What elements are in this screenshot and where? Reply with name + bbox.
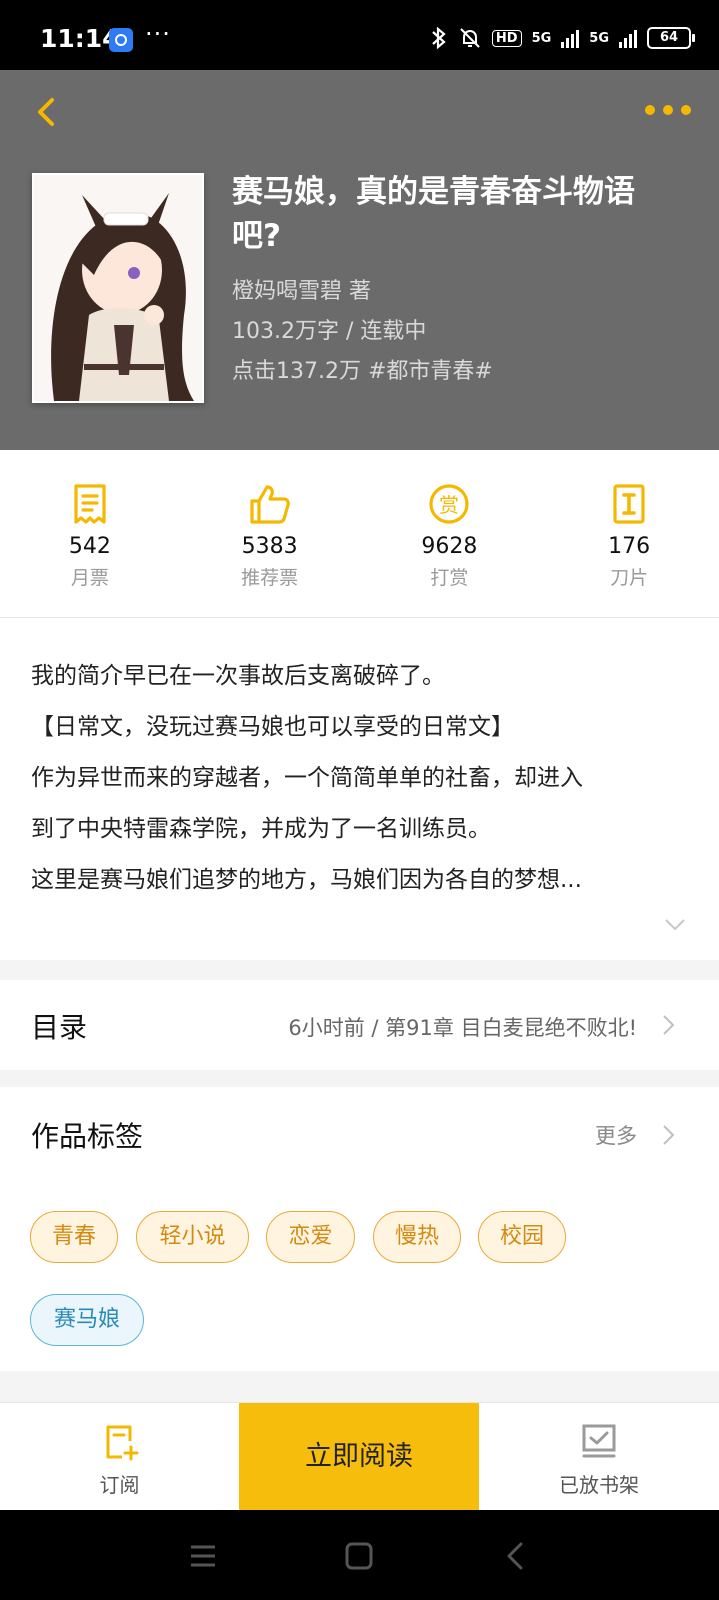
back-nav-icon[interactable] <box>503 1542 531 1570</box>
stat-label: 打赏 <box>430 567 469 589</box>
section-divider <box>0 1070 719 1087</box>
reward-coin-icon: 赏 <box>429 484 469 524</box>
tag-chip[interactable]: 恋爱 <box>266 1211 355 1263</box>
book-cover[interactable] <box>32 173 204 403</box>
status-icons: HD 5G 5G 64 <box>430 26 695 50</box>
book-synopsis[interactable]: 我的简介早已在一次事故后支离破碎了。 【日常文，没玩过赛马娘也可以享受的日常文】… <box>31 651 691 906</box>
read-now-button[interactable]: 立即阅读 <box>239 1403 479 1511</box>
section-divider <box>0 1371 719 1402</box>
stat-value: 542 <box>68 534 111 559</box>
bluetooth-icon <box>432 26 446 50</box>
book-word-count: 103.2万字 / 连载中 <box>232 319 427 344</box>
more-options-icon[interactable] <box>645 100 691 120</box>
svg-text:赏: 赏 <box>439 493 459 517</box>
stat-recommend-ticket[interactable]: 5383 推荐票 <box>180 450 360 617</box>
tag-chip[interactable]: 慢热 <box>373 1211 461 1263</box>
signal-icon-1 <box>561 28 580 48</box>
table-of-contents-row[interactable]: 目录 6小时前 / 第91章 目白麦昆绝不败北! <box>0 980 719 1070</box>
bookshelf-label: 已放书架 <box>559 1473 639 1497</box>
bottom-action-bar: 订阅 立即阅读 已放书架 <box>0 1402 719 1511</box>
network-5g-label-2: 5G <box>589 30 609 46</box>
ticket-icon <box>74 484 106 524</box>
signal-icon-2 <box>619 28 637 48</box>
bell-muted-icon <box>460 28 480 48</box>
back-icon[interactable] <box>28 92 68 132</box>
bookshelf-button[interactable]: 已放书架 <box>479 1403 719 1511</box>
stat-label: 刀片 <box>610 567 649 589</box>
synopsis-line: 我的简介早已在一次事故后支离破碎了。 <box>31 663 445 689</box>
stat-label: 月票 <box>70 567 109 589</box>
section-divider <box>0 960 719 980</box>
book-title: 赛马娘，真的是青春奋斗物语吧? <box>232 174 635 254</box>
book-header: 赛马娘，真的是青春奋斗物语吧? 橙妈喝雪碧 著 103.2万字 / 连载中 点击… <box>0 70 719 450</box>
chevron-right-icon[interactable] <box>661 1124 675 1146</box>
chevron-right-icon <box>663 1015 675 1035</box>
bookshelf-check-icon <box>582 1424 616 1458</box>
status-bar: 11:14 ··· HD 5G 5G 64 <box>0 0 719 70</box>
stat-value: 5383 <box>241 534 298 559</box>
book-clicks-category: 点击137.2万 #都市青春# <box>232 359 493 384</box>
synopsis-line: 这里是赛马娘们追梦的地方，马娘们因为各自的梦想... <box>31 867 582 893</box>
book-author[interactable]: 橙妈喝雪碧 著 <box>232 273 371 305</box>
toc-title: 目录 <box>31 1011 88 1044</box>
tag-chip[interactable]: 赛马娘 <box>30 1294 144 1346</box>
more-notifications-icon: ··· <box>145 20 171 48</box>
tags-section: 作品标签 更多 青春 轻小说 恋爱 慢热 校园 赛马娘 <box>0 1087 719 1371</box>
status-time: 11:14 <box>40 24 120 53</box>
tag-chip[interactable]: 校园 <box>478 1211 566 1263</box>
book-stats: 542 月票 5383 推荐票 赏 9628 打赏 176 刀片 <box>0 450 719 618</box>
network-5g-label-1: 5G <box>531 30 552 46</box>
synopsis-line: 到了中央特雷森学院，并成为了一名训练员。 <box>31 816 491 842</box>
thumbs-up-icon <box>250 485 290 524</box>
latest-chapter: 6小时前 / 第91章 目白麦昆绝不败北! <box>288 1016 637 1040</box>
system-nav-bar <box>0 1510 719 1600</box>
stat-value: 176 <box>608 534 651 559</box>
subscribe-icon <box>106 1425 138 1461</box>
stat-value: 9628 <box>421 534 478 559</box>
menu-icon[interactable] <box>189 1542 217 1570</box>
synopsis-line: 作为异世而来的穿越者，一个简简单单的社畜，却进入 <box>31 765 583 791</box>
subscribe-button[interactable]: 订阅 <box>0 1403 239 1511</box>
stat-label: 推荐票 <box>241 567 299 589</box>
cover-illustration <box>34 175 202 401</box>
tag-chip[interactable]: 轻小说 <box>136 1211 249 1263</box>
tags-title: 作品标签 <box>31 1120 144 1153</box>
blade-icon <box>613 484 645 524</box>
tags-more-link[interactable]: 更多 <box>595 1120 637 1150</box>
stat-monthly-ticket[interactable]: 542 月票 <box>0 450 180 617</box>
app-notification-icon <box>109 28 133 52</box>
stat-reward[interactable]: 赏 9628 打赏 <box>360 450 540 617</box>
synopsis-line: 【日常文，没玩过赛马娘也可以享受的日常文】 <box>31 714 514 740</box>
tag-chip[interactable]: 青春 <box>30 1211 118 1263</box>
battery-icon: 64 <box>647 27 695 49</box>
home-icon[interactable] <box>345 1542 373 1570</box>
expand-chevron-icon[interactable] <box>664 918 686 932</box>
subscribe-label: 订阅 <box>99 1473 140 1497</box>
stat-blade[interactable]: 176 刀片 <box>539 450 719 617</box>
hd-voice-icon: HD <box>491 29 522 47</box>
